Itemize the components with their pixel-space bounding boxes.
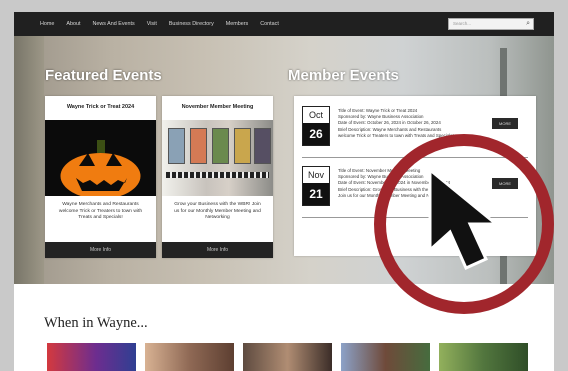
card-title: November Member Meeting bbox=[181, 104, 254, 110]
nav-about[interactable]: About bbox=[66, 21, 80, 27]
when-in-wayne-title: When in Wayne... bbox=[44, 315, 148, 331]
nav-visit[interactable]: Visit bbox=[147, 21, 157, 27]
pumpkin-icon bbox=[60, 140, 141, 196]
search-input[interactable]: Search... ⌕ bbox=[448, 18, 534, 30]
event-date-badge: Oct 26 bbox=[302, 106, 330, 146]
nav-business-directory[interactable]: Business Directory bbox=[169, 21, 214, 27]
more-info-button[interactable]: More Info bbox=[162, 242, 273, 258]
card-title: Wayne Trick or Treat 2024 bbox=[66, 104, 135, 110]
event-date-badge: Nov 21 bbox=[302, 166, 330, 206]
member-events-title: Member Events bbox=[288, 67, 399, 84]
event-month: Oct bbox=[308, 110, 323, 120]
pointer-cursor-icon bbox=[428, 166, 501, 270]
card-description: Grow your Business with the WBR! Join us… bbox=[174, 202, 261, 221]
when-in-wayne-thumbnail[interactable] bbox=[243, 343, 332, 371]
search-placeholder: Search... bbox=[453, 21, 472, 26]
when-in-wayne-thumbnail[interactable] bbox=[47, 343, 136, 371]
card-description: Wayne Merchants and Restaurants welcome … bbox=[58, 202, 143, 221]
nav-news-and-events[interactable]: News And Events bbox=[92, 21, 134, 27]
event-day: 21 bbox=[303, 183, 329, 205]
nav-home[interactable]: Home bbox=[40, 21, 54, 27]
featured-card-trick-or-treat: Wayne Trick or Treat 2024 Wayne Merchant… bbox=[45, 96, 156, 258]
search-icon[interactable]: ⌕ bbox=[526, 20, 530, 28]
nav-contact[interactable]: Contact bbox=[260, 21, 279, 27]
gallery-image bbox=[162, 120, 273, 196]
featured-events-title: Featured Events bbox=[45, 67, 162, 84]
event-more-button[interactable]: MORE bbox=[492, 118, 518, 129]
event-month: Nov bbox=[307, 170, 324, 180]
when-in-wayne-thumbnail[interactable] bbox=[439, 343, 528, 371]
nav-members[interactable]: Members bbox=[226, 21, 248, 27]
event-day: 26 bbox=[303, 123, 329, 145]
tree-background bbox=[14, 36, 44, 284]
main-nav: Home About News And Events Visit Busines… bbox=[14, 12, 554, 36]
featured-card-member-meeting: November Member Meeting Grow your Busine… bbox=[162, 96, 273, 258]
pumpkin-image bbox=[45, 120, 156, 196]
when-in-wayne-thumbnail[interactable] bbox=[341, 343, 430, 371]
when-in-wayne-thumbnail[interactable] bbox=[145, 343, 234, 371]
more-info-button[interactable]: More Info bbox=[45, 242, 156, 258]
